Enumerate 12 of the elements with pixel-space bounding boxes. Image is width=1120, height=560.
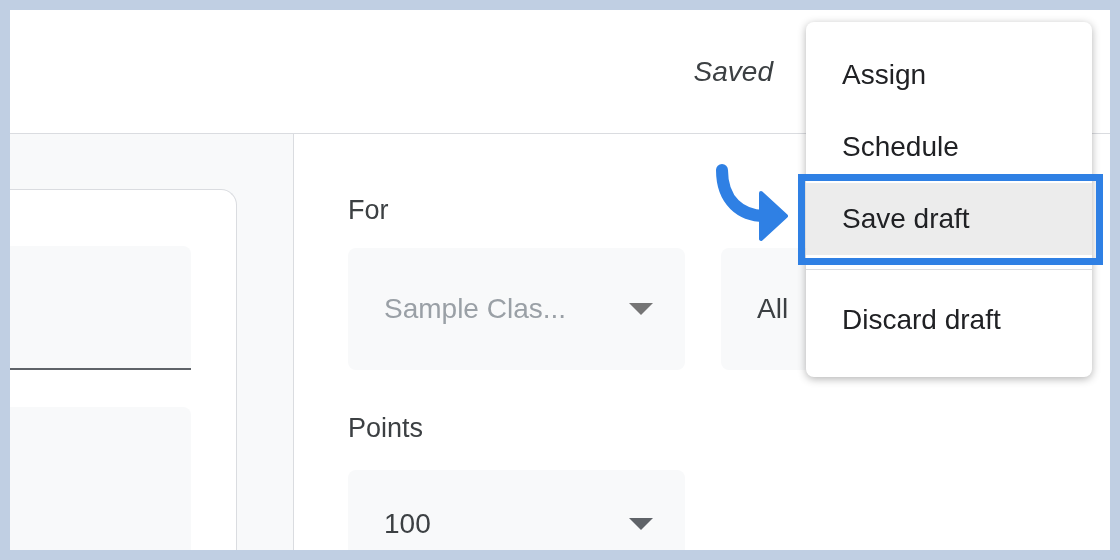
input-field[interactable]	[10, 407, 191, 550]
field-label: For	[348, 194, 389, 227]
field-label: Points	[348, 412, 424, 445]
input-field[interactable]	[10, 246, 191, 370]
menu-item[interactable]: Schedule	[806, 111, 1092, 183]
dropdown-caret-icon	[629, 518, 653, 530]
dropdown-caret-icon	[629, 303, 653, 315]
menu-item[interactable]: Assign	[806, 39, 1092, 111]
menu-item[interactable]: Discard draft	[806, 269, 1092, 356]
save-status: Saved	[693, 54, 773, 89]
menu-item[interactable]: Save draft	[806, 183, 1092, 255]
points-dropdown[interactable]: 100	[348, 470, 685, 550]
